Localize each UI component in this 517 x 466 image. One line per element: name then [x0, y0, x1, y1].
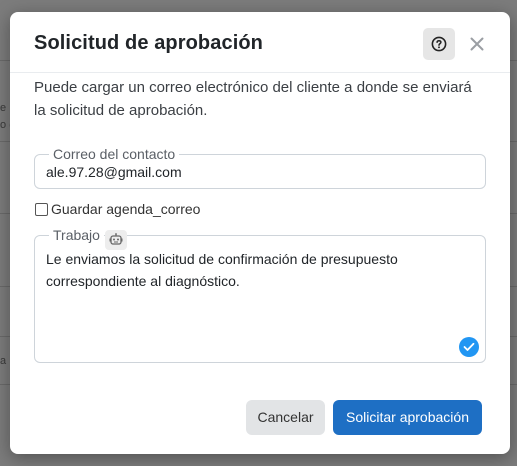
question-circle-icon — [431, 36, 447, 52]
close-button[interactable] — [468, 33, 488, 55]
robot-icon — [109, 233, 123, 245]
save-contact-checkbox[interactable] — [35, 203, 48, 216]
contact-email-value[interactable]: ale.97.28@gmail.com — [46, 164, 182, 180]
grammar-check-badge[interactable] — [459, 337, 479, 357]
contact-email-field[interactable]: Correo del contacto ale.97.28@gmail.com — [34, 146, 486, 189]
contact-email-label: Correo del contacto — [49, 146, 180, 162]
cancel-button[interactable]: Cancelar — [246, 400, 325, 435]
close-icon — [470, 37, 484, 51]
save-contact-label[interactable]: Guardar agenda_correo — [51, 201, 200, 217]
background-text: a — [0, 355, 7, 367]
ai-assist-button[interactable] — [105, 230, 127, 250]
background-text: e — [0, 102, 7, 114]
work-message-field[interactable]: Trabajo Le enviamos la solicitud de conf… — [34, 227, 486, 363]
work-message-text[interactable]: Le enviamos la solicitud de confirmación… — [46, 248, 466, 292]
request-approval-button[interactable]: Solicitar aprobación — [333, 400, 482, 435]
header-divider — [10, 72, 510, 73]
dialog-description: Puede cargar un correo electrónico del c… — [34, 79, 472, 119]
approval-request-dialog: Solicitud de aprobación Puede cargar un … — [10, 12, 510, 454]
help-button[interactable] — [423, 28, 455, 60]
work-message-label: Trabajo — [49, 227, 104, 243]
dialog-title: Solicitud de aprobación — [34, 32, 263, 54]
check-icon — [463, 342, 475, 351]
